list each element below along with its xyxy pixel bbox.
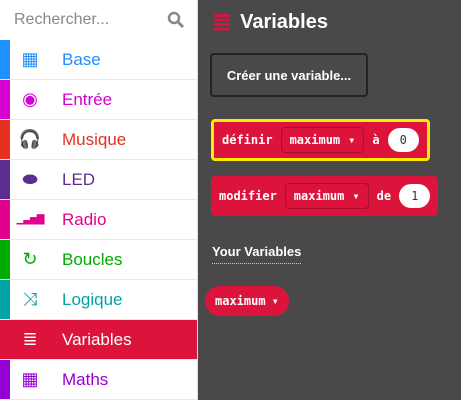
category-boucles[interactable]: ↻ Boucles bbox=[0, 240, 197, 280]
target-icon: ◉ bbox=[22, 89, 38, 109]
calculator-icon: ▦ bbox=[21, 369, 39, 389]
category-label: LED bbox=[62, 169, 96, 189]
variable-block[interactable]: maximum ▾ bbox=[205, 286, 289, 316]
category-color-stripe bbox=[0, 360, 10, 399]
shuffle-icon: ⤨ bbox=[22, 289, 38, 309]
list-icon: ≣ bbox=[22, 329, 38, 349]
create-variable-button[interactable]: Créer une variable... bbox=[210, 53, 368, 97]
toolbox: Rechercher... ▦ Base ◉ Entrée 🎧 Musique … bbox=[0, 0, 198, 400]
chevron-down-icon[interactable]: ▾ bbox=[272, 294, 279, 308]
category-label: Boucles bbox=[62, 249, 123, 269]
headphones-icon: 🎧 bbox=[18, 129, 42, 149]
category-color-stripe bbox=[0, 160, 10, 199]
category-color-stripe bbox=[0, 200, 10, 239]
change-variable-block[interactable]: modifier maximum ▾ de 1 bbox=[211, 176, 439, 216]
value-input[interactable]: 1 bbox=[399, 184, 431, 208]
category-led[interactable]: ⬬ LED bbox=[0, 160, 197, 200]
category-color-stripe bbox=[0, 240, 10, 279]
variable-dropdown[interactable]: maximum ▾ bbox=[284, 183, 369, 209]
category-entrée[interactable]: ◉ Entrée bbox=[0, 80, 197, 120]
search-placeholder: Rechercher... bbox=[14, 11, 110, 28]
category-radio[interactable]: ▁▃▅▇ Radio bbox=[0, 200, 197, 240]
category-label: Logique bbox=[62, 289, 123, 309]
your-variables-label: Your Variables bbox=[212, 244, 302, 264]
variable-dropdown[interactable]: maximum ▾ bbox=[280, 127, 365, 153]
category-label: Base bbox=[62, 49, 101, 69]
category-label: Radio bbox=[62, 209, 107, 229]
list-icon: ≣ bbox=[212, 9, 233, 36]
category-color-stripe bbox=[0, 320, 10, 359]
value-input[interactable]: 0 bbox=[387, 128, 419, 152]
category-color-stripe bbox=[0, 80, 10, 119]
search-icon[interactable] bbox=[167, 11, 185, 29]
category-label: Musique bbox=[62, 129, 127, 149]
grid-icon: ▦ bbox=[21, 49, 39, 69]
category-color-stripe bbox=[0, 280, 10, 319]
signal-icon: ▁▃▅▇ bbox=[16, 214, 45, 225]
flyout: ≣ Variables Créer une variable... défini… bbox=[198, 0, 461, 400]
category-maths[interactable]: ▦ Maths bbox=[0, 360, 197, 400]
search-input[interactable]: Rechercher... bbox=[0, 0, 197, 40]
category-variables[interactable]: ≣ Variables bbox=[0, 320, 197, 360]
refresh-icon: ↻ bbox=[22, 249, 38, 269]
flyout-title: ≣ Variables bbox=[212, 9, 328, 36]
category-label: Entrée bbox=[62, 89, 113, 109]
category-logique[interactable]: ⤨ Logique bbox=[0, 280, 197, 320]
chevron-down-icon: ▾ bbox=[352, 189, 360, 203]
category-color-stripe bbox=[0, 40, 10, 79]
toggle-icon: ⬬ bbox=[22, 169, 38, 189]
category-color-stripe bbox=[0, 120, 10, 159]
set-variable-block[interactable]: définir maximum ▾ à 0 bbox=[211, 119, 430, 161]
category-label: Variables bbox=[62, 329, 132, 349]
category-label: Maths bbox=[62, 369, 109, 389]
category-musique[interactable]: 🎧 Musique bbox=[0, 120, 197, 160]
chevron-down-icon: ▾ bbox=[348, 133, 356, 147]
category-base[interactable]: ▦ Base bbox=[0, 40, 197, 80]
